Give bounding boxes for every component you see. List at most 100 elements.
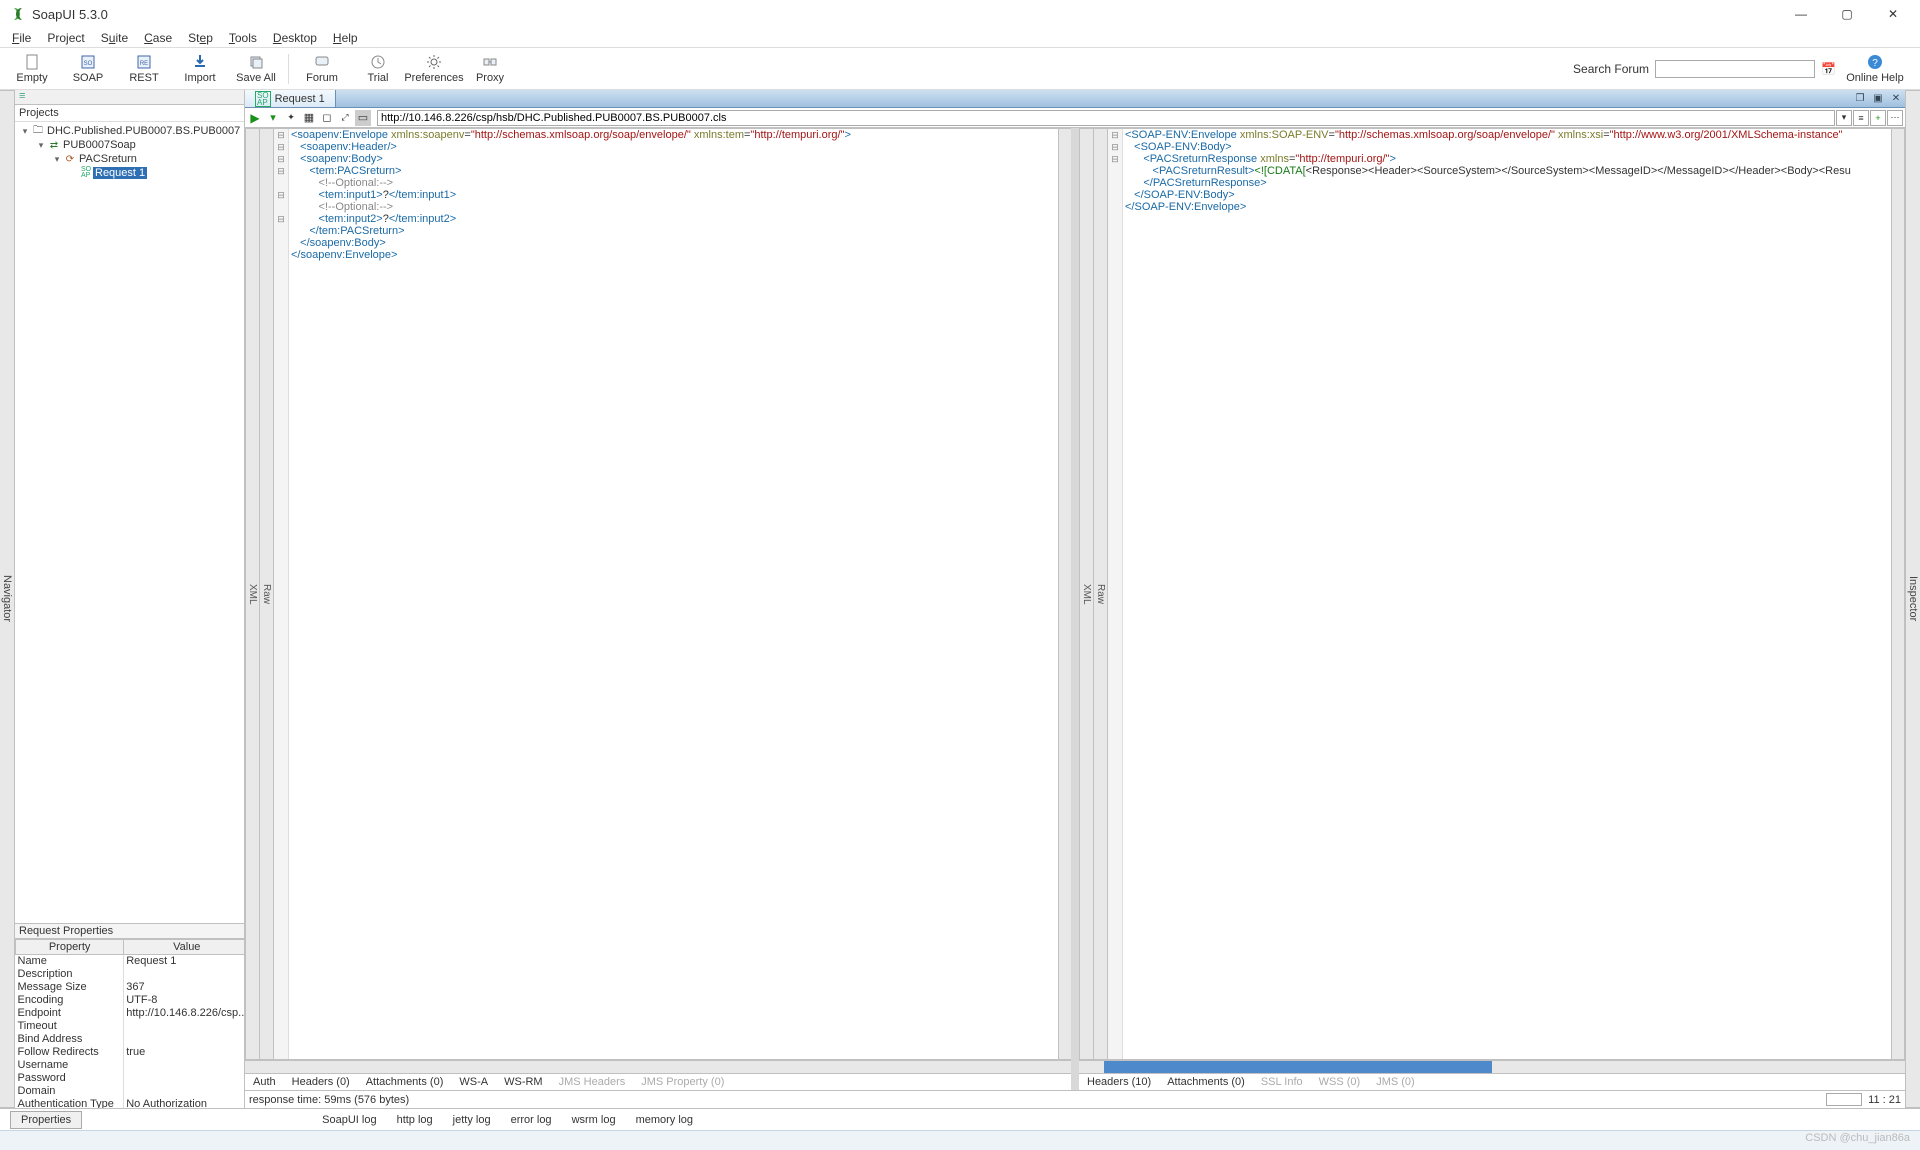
tb-help[interactable]: ?Online Help (1842, 49, 1908, 89)
log-tab[interactable]: http log (387, 1111, 443, 1129)
response-bottom-tabs: Headers (10)Attachments (0)SSL InfoWSS (… (1079, 1073, 1905, 1090)
navigator-sidebar-tab[interactable]: Navigator (0, 90, 15, 1108)
pane-tab[interactable]: WS-A (451, 1074, 496, 1090)
menu-desktop[interactable]: Desktop (265, 31, 325, 45)
rest-icon: RE (136, 54, 152, 70)
pane-tab[interactable]: Auth (245, 1074, 284, 1090)
request-xml-editor[interactable]: <soapenv:Envelope xmlns:soapenv="http://… (289, 129, 1058, 1059)
pane-tab[interactable]: WS-RM (496, 1074, 551, 1090)
endpoint-add-button[interactable]: + (1870, 110, 1886, 126)
toggle-button-1[interactable]: ▦ (301, 110, 317, 126)
toggle-button-2[interactable]: ◻ (319, 110, 335, 126)
tab-close-icon[interactable]: ✕ (1887, 90, 1905, 107)
tb-proxy[interactable]: Proxy (462, 49, 518, 89)
tb-saveall[interactable]: Save All (228, 49, 284, 89)
tb-forum[interactable]: Forum (294, 49, 350, 89)
table-row[interactable]: Username (16, 1059, 245, 1072)
res-hscroll[interactable] (1079, 1060, 1905, 1073)
request-icon: SOAP (79, 167, 93, 179)
tree-operation[interactable]: ▾⟳PACSreturn (15, 152, 244, 166)
svg-text:SO: SO (84, 61, 93, 67)
table-row[interactable]: Endpointhttp://10.146.8.226/csp... (16, 1007, 245, 1020)
splitter[interactable] (1071, 128, 1079, 1090)
log-tab[interactable]: SoapUI log (312, 1111, 386, 1129)
pane-tab[interactable]: Attachments (0) (1159, 1074, 1253, 1090)
tree-request[interactable]: SOAPRequest 1 (15, 166, 244, 180)
tab-max-icon[interactable]: ▣ (1869, 90, 1887, 107)
stop-dropdown-button[interactable]: ▾ (265, 110, 281, 126)
tb-soap[interactable]: SOSOAP (60, 49, 116, 89)
tree-interface[interactable]: ▾⇄PUB0007Soap (15, 138, 244, 152)
operation-icon: ⟳ (63, 153, 77, 165)
table-row[interactable]: NameRequest 1 (16, 955, 245, 968)
search-forum-input[interactable] (1655, 60, 1815, 78)
res-vscroll[interactable] (1891, 129, 1904, 1059)
menu-project[interactable]: Project (39, 31, 92, 45)
menu-help[interactable]: Help (325, 31, 366, 45)
tab-restore-icon[interactable]: ❐ (1851, 90, 1869, 107)
pane-tab[interactable]: JMS (0) (1368, 1074, 1423, 1090)
pane-tab[interactable]: JMS Headers (551, 1074, 634, 1090)
document-tab[interactable]: SOAP Request 1 (245, 90, 336, 107)
table-row[interactable]: Follow Redirectstrue (16, 1046, 245, 1059)
table-row[interactable]: Description (16, 968, 245, 981)
response-xml-viewer[interactable]: <SOAP-ENV:Envelope xmlns:SOAP-ENV="http:… (1123, 129, 1891, 1059)
pane-tab[interactable]: Attachments (0) (358, 1074, 452, 1090)
pane-tab[interactable]: Headers (0) (284, 1074, 358, 1090)
tree-project[interactable]: ▾🗀DHC.Published.PUB0007.BS.PUB0007 (15, 124, 244, 138)
endpoint-dropdown-button[interactable]: ▾ (1836, 110, 1852, 126)
pane-tab[interactable]: WSS (0) (1311, 1074, 1369, 1090)
minimize-button[interactable]: — (1778, 0, 1824, 28)
window-title: SoapUI 5.3.0 (32, 7, 108, 22)
tb-import[interactable]: Import (172, 49, 228, 89)
tb-empty[interactable]: Empty (4, 49, 60, 89)
document-tab-title: Request 1 (275, 93, 325, 105)
pane-tab[interactable]: JMS Property (0) (633, 1074, 732, 1090)
inspector-sidebar-tab[interactable]: Inspector (1905, 90, 1920, 1108)
tb-trial[interactable]: Trial (350, 49, 406, 89)
menu-step[interactable]: Step (180, 31, 221, 45)
req-raw-tab[interactable]: Raw (260, 129, 274, 1059)
properties-tab[interactable]: Properties (10, 1111, 82, 1129)
table-row[interactable]: Authentication TypeNo Authorization (16, 1098, 245, 1109)
endpoint-btn-1[interactable]: ≡ (1853, 110, 1869, 126)
log-tab[interactable]: wsrm log (562, 1111, 626, 1129)
table-row[interactable]: Message Size367 (16, 981, 245, 994)
table-row[interactable]: Bind Address (16, 1033, 245, 1046)
table-row[interactable]: Timeout (16, 1020, 245, 1033)
menu-tools[interactable]: Tools (221, 31, 265, 45)
properties-table[interactable]: PropertyValue NameRequest 1DescriptionMe… (15, 939, 244, 1108)
req-vscroll[interactable] (1058, 129, 1071, 1059)
log-tab[interactable]: jetty log (443, 1111, 501, 1129)
tb-preferences[interactable]: Preferences (406, 49, 462, 89)
close-button[interactable]: ✕ (1870, 0, 1916, 28)
panel-opts-icon[interactable]: ≡ (19, 90, 25, 102)
title-bar: SoapUI 5.3.0 — ▢ ✕ (0, 0, 1920, 28)
endpoint-address-input[interactable] (377, 110, 1835, 126)
pane-tab[interactable]: Headers (10) (1079, 1074, 1159, 1090)
run-button[interactable]: ▶ (247, 110, 263, 126)
table-row[interactable]: Domain (16, 1085, 245, 1098)
pane-tab[interactable]: SSL Info (1253, 1074, 1311, 1090)
menu-case[interactable]: Case (136, 31, 180, 45)
search-cal-icon[interactable]: 📅 (1821, 62, 1836, 76)
add-assertion-button[interactable]: ✦ (283, 110, 299, 126)
project-tree[interactable]: ▾🗀DHC.Published.PUB0007.BS.PUB0007 ▾⇄PUB… (15, 122, 244, 923)
log-tab[interactable]: error log (501, 1111, 562, 1129)
table-row[interactable]: EncodingUTF-8 (16, 994, 245, 1007)
toggle-button-4[interactable]: ▭ (355, 110, 371, 126)
interface-icon: ⇄ (47, 139, 61, 151)
req-hscroll[interactable] (245, 1060, 1071, 1073)
res-xml-tab[interactable]: XML (1080, 129, 1094, 1059)
res-raw-tab[interactable]: Raw (1094, 129, 1108, 1059)
table-row[interactable]: Password (16, 1072, 245, 1085)
log-tab[interactable]: memory log (626, 1111, 703, 1129)
tb-rest[interactable]: REREST (116, 49, 172, 89)
req-xml-tab[interactable]: XML (246, 129, 260, 1059)
menu-suite[interactable]: Suite (93, 31, 136, 45)
toggle-button-3[interactable]: ⤢ (337, 110, 353, 126)
gear-icon (426, 54, 442, 70)
maximize-button[interactable]: ▢ (1824, 0, 1870, 28)
menu-file[interactable]: File (4, 31, 39, 45)
endpoint-opts-button[interactable]: ⋯ (1887, 110, 1903, 126)
